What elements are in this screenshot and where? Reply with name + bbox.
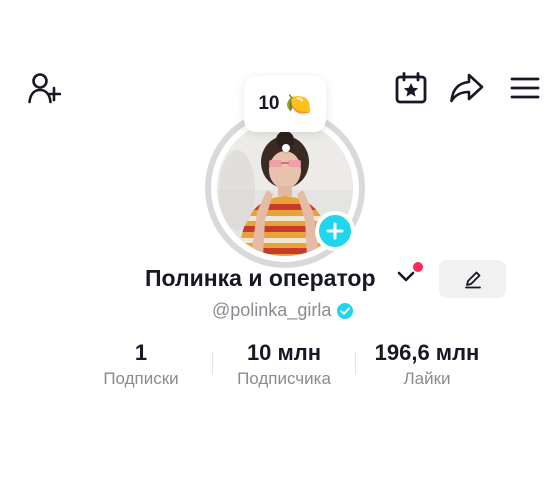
stat-divider (355, 352, 356, 374)
bubble-count: 10 (258, 93, 280, 114)
stat-followers[interactable]: 10 млн Подписчика (222, 340, 346, 390)
stat-following-value: 1 (134, 340, 148, 365)
calendar-button[interactable] (393, 70, 429, 106)
verified-badge-icon (337, 302, 354, 319)
menu-button[interactable] (508, 72, 542, 104)
add-friend-button[interactable] (26, 70, 62, 106)
pencil-icon (464, 271, 481, 289)
stat-following[interactable]: 1 Подписки (86, 340, 196, 390)
calendar-star-icon (395, 72, 427, 104)
add-story-button[interactable] (315, 211, 355, 251)
profile-handle-row: @polinka_girla (212, 300, 354, 321)
hamburger-menu-icon (510, 77, 540, 99)
person-add-icon (28, 73, 61, 104)
stat-followers-value: 10 млн (246, 340, 322, 365)
share-button[interactable] (448, 70, 486, 106)
stat-following-label: Подписки (103, 369, 179, 388)
stat-followers-label: Подписчика (237, 369, 331, 388)
share-arrow-icon (450, 73, 484, 103)
stat-divider (212, 352, 213, 374)
stat-likes[interactable]: 196,6 млн Лайки (362, 340, 492, 390)
streak-bubble[interactable]: 10 🍋 (244, 76, 326, 132)
profile-handle: @polinka_girla (212, 300, 332, 320)
stat-likes-label: Лайки (403, 369, 451, 388)
plus-icon (326, 222, 344, 240)
chevron-down-icon (397, 271, 415, 282)
edit-profile-button[interactable] (439, 260, 506, 298)
account-switcher-chevron[interactable] (397, 270, 415, 289)
notification-dot (413, 262, 423, 272)
stat-likes-value: 196,6 млн (374, 340, 480, 365)
profile-name[interactable]: Полинка и оператор (145, 265, 376, 292)
bubble-tail (282, 144, 290, 152)
lemon-icon: 🍋 (285, 91, 312, 116)
